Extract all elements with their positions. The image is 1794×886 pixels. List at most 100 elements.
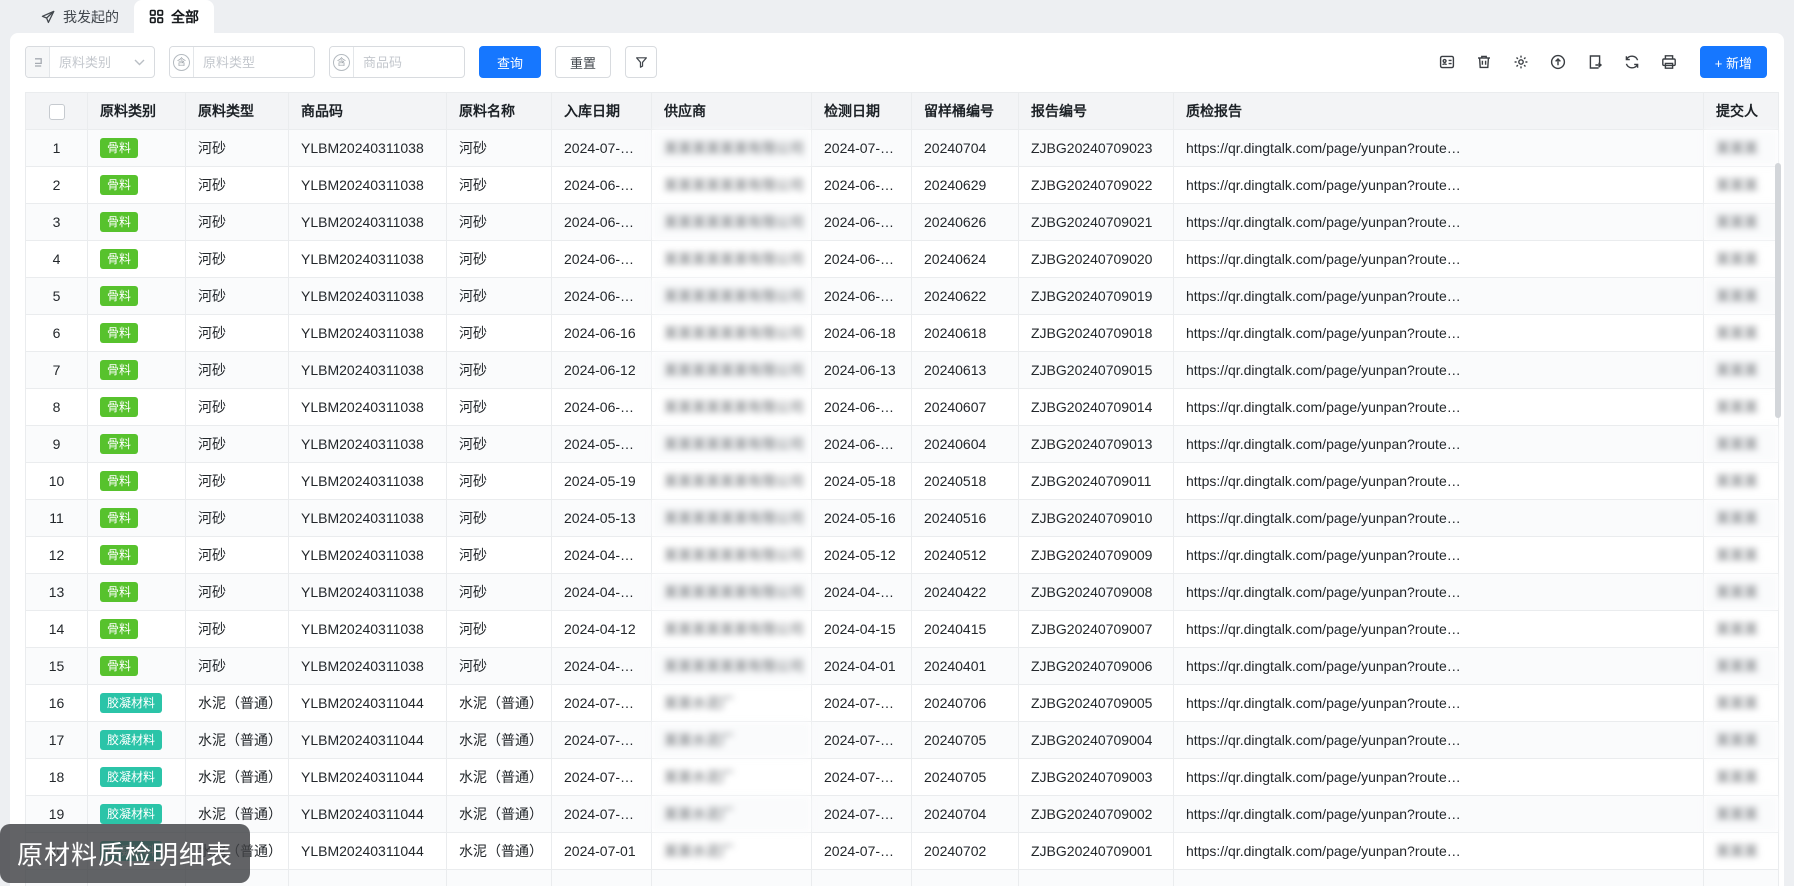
- material-name-cell[interactable]: 河砂: [446, 203, 552, 241]
- inbound-date-cell[interactable]: 2024-04-…: [551, 647, 652, 685]
- inbound-date-cell[interactable]: 2024-07-…: [551, 129, 652, 167]
- submitter-cell[interactable]: 某某某: [1703, 795, 1779, 833]
- filter-button[interactable]: [625, 46, 658, 78]
- category-cell[interactable]: 骨料: [87, 425, 186, 463]
- product-code-cell[interactable]: YLBM20240311038: [288, 573, 447, 611]
- supplier-cell[interactable]: 某某某某某某有限公司: [651, 203, 812, 241]
- test-date-cell[interactable]: 2024-06-…: [811, 203, 912, 241]
- category-cell[interactable]: 骨料: [87, 462, 186, 500]
- export-icon[interactable]: [1586, 53, 1604, 71]
- submitter-cell[interactable]: 某某某: [1703, 388, 1779, 426]
- category-cell[interactable]: 骨料: [87, 277, 186, 315]
- table-row[interactable]: 20胶凝材料水泥（普通）YLBM20240311044水泥（普通）2024-07…: [25, 832, 1779, 870]
- material-type-cell[interactable]: 河砂: [185, 536, 289, 574]
- product-code-cell[interactable]: YLBM20240311038: [288, 351, 447, 389]
- material-type-cell[interactable]: 河砂: [185, 462, 289, 500]
- material-type-cell[interactable]: 河砂: [185, 647, 289, 685]
- material-type-cell[interactable]: 河砂: [185, 240, 289, 278]
- test-date-cell[interactable]: 2024-05-12: [811, 536, 912, 574]
- supplier-cell[interactable]: 某某某某某某有限公司: [651, 462, 812, 500]
- submitter-cell[interactable]: 某某某: [1703, 240, 1779, 278]
- row-number-cell[interactable]: 5: [25, 277, 88, 315]
- category-cell[interactable]: 骨料: [87, 647, 186, 685]
- table-row[interactable]: 13 骨料 河砂 YLBM20240311038 河砂 2024-04-… 某某某某某某有限…: [25, 573, 1779, 611]
- test-date-cell[interactable]: 2024-06-…: [811, 166, 912, 204]
- report-number-cell[interactable]: ZJBG20240709010: [1018, 499, 1174, 537]
- product-code-cell[interactable]: YLBM20240311044: [288, 684, 447, 722]
- table-row[interactable]: 1 骨料 河砂 YLBM20240311038 河砂 2024-07-… 某某某某某某有限公…: [25, 129, 1779, 167]
- table-row[interactable]: 12 骨料 河砂 YLBM20240311038 河砂 2024-04-… 某某某某某某有限…: [25, 536, 1779, 574]
- test-date-cell[interactable]: 2024-07-…: [811, 721, 912, 759]
- category-cell[interactable]: 骨料: [87, 314, 186, 352]
- row-number-cell[interactable]: 10: [25, 462, 88, 500]
- sample-bucket-cell[interactable]: 20240613: [911, 351, 1019, 389]
- category-cell[interactable]: 骨料: [87, 499, 186, 537]
- supplier-cell[interactable]: 某某某某某某有限公司: [651, 573, 812, 611]
- sample-bucket-cell[interactable]: 20240705: [911, 721, 1019, 759]
- material-name-cell[interactable]: 河砂: [446, 351, 552, 389]
- inbound-date-cell[interactable]: 2024-05-…: [551, 425, 652, 463]
- product-code-cell[interactable]: YLBM20240311038: [288, 240, 447, 278]
- sample-bucket-cell[interactable]: 20240607: [911, 388, 1019, 426]
- category-cell[interactable]: 胶凝材料: [87, 758, 186, 796]
- report-number-cell[interactable]: ZJBG20240709009: [1018, 536, 1174, 574]
- submitter-cell[interactable]: 某某某: [1703, 314, 1779, 352]
- sample-bucket-cell[interactable]: 20240401: [911, 647, 1019, 685]
- test-date-cell[interactable]: 2024-06-18: [811, 314, 912, 352]
- refresh-icon[interactable]: [1623, 53, 1641, 71]
- sample-bucket-cell[interactable]: 20240704: [911, 129, 1019, 167]
- material-name-cell[interactable]: 水泥（普通）: [446, 721, 552, 759]
- test-date-cell[interactable]: 2024-07-…: [811, 129, 912, 167]
- table-row[interactable]: 11 骨料 河砂 YLBM20240311038 河砂 2024-05-13 某某某某某某有…: [25, 499, 1779, 537]
- test-date-cell[interactable]: 2024-06-…: [811, 388, 912, 426]
- report-url-cell[interactable]: https://qr.dingtalk.com/page/yunpan?rout…: [1173, 573, 1704, 611]
- category-cell[interactable]: 骨料: [87, 536, 186, 574]
- row-number-cell[interactable]: 11: [25, 499, 88, 537]
- row-number-cell[interactable]: 15: [25, 647, 88, 685]
- material-type-cell[interactable]: 河砂: [185, 610, 289, 648]
- inbound-date-cell[interactable]: 2024-07-01: [551, 832, 652, 870]
- row-number-cell[interactable]: 13: [25, 573, 88, 611]
- report-number-cell[interactable]: ZJBG20240709008: [1018, 573, 1174, 611]
- report-number-cell[interactable]: ZJBG20240709019: [1018, 277, 1174, 315]
- report-url-cell[interactable]: https://qr.dingtalk.com/page/yunpan?rout…: [1173, 721, 1704, 759]
- sample-bucket-cell[interactable]: 20240629: [911, 166, 1019, 204]
- row-number-cell[interactable]: 18: [25, 758, 88, 796]
- report-url-cell[interactable]: https://qr.dingtalk.com/page/yunpan?rout…: [1173, 462, 1704, 500]
- add-button[interactable]: + 新增: [1699, 46, 1767, 78]
- tab-all[interactable]: 全部: [134, 0, 214, 33]
- row-number-cell[interactable]: 1: [25, 129, 88, 167]
- product-code-cell[interactable]: YLBM20240311038: [288, 129, 447, 167]
- printer-icon[interactable]: [1660, 53, 1678, 71]
- inbound-date-cell[interactable]: 2024-06-…: [551, 388, 652, 426]
- submitter-cell[interactable]: 某某某: [1703, 758, 1779, 796]
- material-name-cell[interactable]: 水泥（普通）: [446, 758, 552, 796]
- table-row[interactable]: 9 骨料 河砂 YLBM20240311038 河砂 2024-05-… 某某某某某某有限公…: [25, 425, 1779, 463]
- category-cell[interactable]: 骨料: [87, 610, 186, 648]
- sample-bucket-cell[interactable]: 20240618: [911, 314, 1019, 352]
- report-number-cell[interactable]: ZJBG20240709014: [1018, 388, 1174, 426]
- report-url-cell[interactable]: https://qr.dingtalk.com/page/yunpan?rout…: [1173, 499, 1704, 537]
- product-code-cell[interactable]: YLBM20240311044: [288, 758, 447, 796]
- inbound-date-cell[interactable]: 2024-06-…: [551, 240, 652, 278]
- row-number-cell[interactable]: 2: [25, 166, 88, 204]
- category-cell[interactable]: 骨料: [87, 203, 186, 241]
- reset-button[interactable]: 重置: [555, 46, 612, 78]
- test-date-cell[interactable]: 2024-04-…: [811, 573, 912, 611]
- report-url-cell[interactable]: https://qr.dingtalk.com/page/yunpan?rout…: [1173, 684, 1704, 722]
- row-number-cell[interactable]: 7: [25, 351, 88, 389]
- submitter-cell[interactable]: 某某某: [1703, 129, 1779, 167]
- inbound-date-cell[interactable]: 2024-04-…: [551, 573, 652, 611]
- inbound-date-cell[interactable]: 2024-07-…: [551, 795, 652, 833]
- product-code-cell[interactable]: YLBM20240311044: [288, 795, 447, 833]
- product-code-cell[interactable]: YLBM20240311038: [288, 610, 447, 648]
- supplier-cell[interactable]: 某某某某某某有限公司: [651, 314, 812, 352]
- supplier-cell[interactable]: 某某某某某某有限公司: [651, 425, 812, 463]
- row-number-cell[interactable]: 9: [25, 425, 88, 463]
- report-url-cell[interactable]: https://qr.dingtalk.com/page/yunpan?rout…: [1173, 388, 1704, 426]
- submitter-cell[interactable]: 某某某: [1703, 610, 1779, 648]
- material-type-cell[interactable]: 河砂: [185, 499, 289, 537]
- table-row[interactable]: 18 胶凝材料 水泥（普通） YLBM20240311044 水泥（普通） 2024-07…: [25, 758, 1779, 796]
- material-type-cell[interactable]: 河砂: [185, 425, 289, 463]
- submitter-cell[interactable]: 某某某: [1703, 425, 1779, 463]
